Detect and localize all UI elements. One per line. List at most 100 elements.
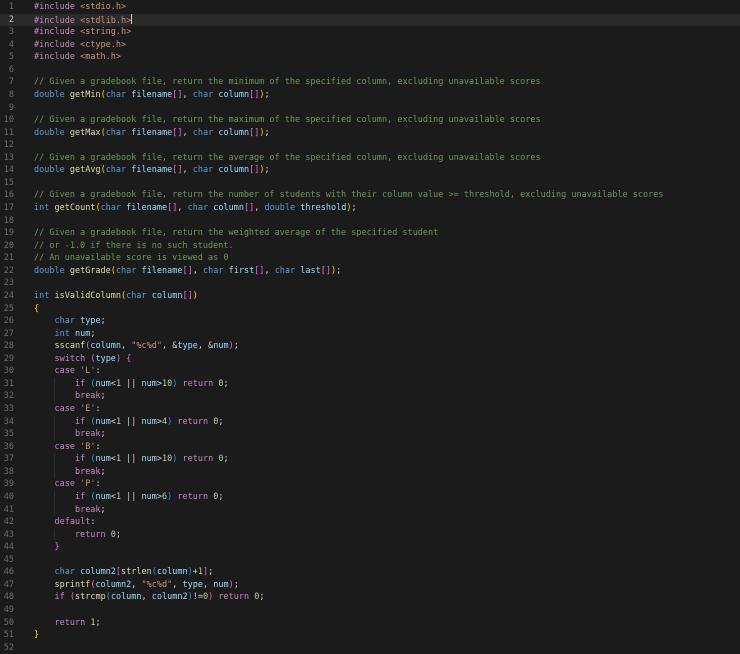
line-number[interactable]: 3 <box>0 26 14 39</box>
line-number[interactable]: 2 <box>0 14 14 27</box>
line-number[interactable]: 13 <box>0 152 14 165</box>
line-number[interactable]: 14 <box>0 164 14 177</box>
code-line[interactable]: 11 double getMax(char filename[], char co… <box>0 127 740 140</box>
line-number[interactable]: 10 <box>0 114 14 127</box>
line-number[interactable]: 34 <box>0 416 14 429</box>
line-number[interactable]: 5 <box>0 51 14 64</box>
code-line[interactable]: 14 double getAvg(char filename[], char co… <box>0 164 740 177</box>
line-number[interactable]: 20 <box>0 240 14 253</box>
line-number[interactable]: 38 <box>0 466 14 479</box>
line-number[interactable]: 39 <box>0 478 14 491</box>
code-line[interactable]: 27 int num; <box>0 328 740 341</box>
code-line[interactable]: 40 if (num<1 || num>6) return 0; <box>0 490 740 504</box>
line-number[interactable]: 26 <box>0 315 14 328</box>
code-line[interactable]: 21 // An unavailable score is viewed as 0 <box>0 252 740 265</box>
line-number[interactable]: 24 <box>0 290 14 303</box>
line-number[interactable]: 25 <box>0 303 14 316</box>
line-number[interactable]: 7 <box>0 76 14 89</box>
code-line[interactable]: 39 case 'P': <box>0 478 740 491</box>
code-line[interactable]: 49 <box>0 604 740 617</box>
line-number[interactable]: 21 <box>0 252 14 265</box>
code-line[interactable]: 7 // Given a gradebook file, return the m… <box>0 76 740 89</box>
code-line[interactable]: 48 if (strcmp(column, column2)!=0) retur… <box>0 591 740 604</box>
line-number[interactable]: 8 <box>0 89 14 102</box>
code-line[interactable]: 52 <box>0 642 740 654</box>
line-number[interactable]: 52 <box>0 642 14 654</box>
line-number[interactable]: 43 <box>0 529 14 542</box>
code-line[interactable]: 16 // Given a gradebook file, return the … <box>0 189 740 202</box>
line-number[interactable]: 28 <box>0 340 14 353</box>
line-number[interactable]: 42 <box>0 516 14 529</box>
line-number[interactable]: 40 <box>0 491 14 504</box>
code-line[interactable]: 23 <box>0 277 740 290</box>
code-line[interactable]: 8 double getMin(char filename[], char col… <box>0 89 740 102</box>
code-line[interactable]: 24 int isValidColumn(char column[]) <box>0 290 740 303</box>
code-line[interactable]: 3 #include <string.h> <box>0 26 740 39</box>
line-number[interactable]: 11 <box>0 127 14 140</box>
code-line[interactable]: 32 break; <box>0 390 740 403</box>
code-line[interactable]: 36 case 'B': <box>0 441 740 454</box>
line-number[interactable]: 44 <box>0 541 14 554</box>
code-line[interactable]: 41 break; <box>0 503 740 517</box>
code-line[interactable]: 25 { <box>0 303 740 316</box>
code-line[interactable]: 10 // Given a gradebook file, return the … <box>0 114 740 127</box>
line-number[interactable]: 23 <box>0 277 14 290</box>
line-number[interactable]: 15 <box>0 177 14 190</box>
code-editor[interactable]: 1 #include <stdio.h> 2 #include <stdlib.h> 3… <box>0 0 740 654</box>
line-number[interactable]: 51 <box>0 629 14 642</box>
line-number[interactable]: 47 <box>0 579 14 592</box>
code-line[interactable]: 44 } <box>0 541 740 554</box>
code-line[interactable]: 1 #include <stdio.h> <box>0 1 740 14</box>
line-number[interactable]: 16 <box>0 189 14 202</box>
line-number[interactable]: 37 <box>0 453 14 466</box>
code-line[interactable]: 12 <box>0 139 740 152</box>
code-line[interactable]: 51} <box>0 629 740 642</box>
line-number[interactable]: 4 <box>0 39 14 52</box>
line-number[interactable]: 49 <box>0 604 14 617</box>
code-line[interactable]: 20 // or -1.0 if there is no such student… <box>0 240 740 253</box>
code-line[interactable]: 31 if (num<1 || num>10) return 0; <box>0 377 740 391</box>
code-line[interactable]: 43 return 0; <box>0 528 740 542</box>
code-line[interactable]: 47 sprintf(column2, "%c%d", type, num); <box>0 579 740 592</box>
line-number[interactable]: 27 <box>0 328 14 341</box>
line-number[interactable]: 29 <box>0 353 14 366</box>
code-line[interactable]: 4 #include <ctype.h> <box>0 39 740 52</box>
line-number[interactable]: 48 <box>0 591 14 604</box>
code-line[interactable]: 17 int getCount(char filename[], char col… <box>0 202 740 215</box>
code-line[interactable]: 28 sscanf(column, "%c%d", &type, &num); <box>0 340 740 353</box>
line-number[interactable]: 45 <box>0 554 14 567</box>
line-number[interactable]: 50 <box>0 617 14 630</box>
line-number[interactable]: 9 <box>0 102 14 115</box>
code-line[interactable]: 22 double getGrade(char filename[], char … <box>0 265 740 278</box>
line-number[interactable]: 18 <box>0 215 14 228</box>
code-line[interactable]: 18 <box>0 215 740 228</box>
code-line[interactable]: 5 #include <math.h> <box>0 51 740 64</box>
code-line[interactable]: 50 return 1; <box>0 617 740 630</box>
line-number[interactable]: 30 <box>0 365 14 378</box>
code-line[interactable]: 37 if (num<1 || num>10) return 0; <box>0 453 740 466</box>
code-line[interactable]: 46 char column2[strlen(column)+1]; <box>0 566 740 579</box>
line-number[interactable]: 32 <box>0 390 14 403</box>
line-number[interactable]: 22 <box>0 265 14 278</box>
code-line[interactable]: 26 char type; <box>0 315 740 328</box>
code-line[interactable]: 35 break; <box>0 428 740 441</box>
code-line[interactable]: 33 case 'E': <box>0 403 740 416</box>
line-number[interactable]: 6 <box>0 64 14 77</box>
code-line[interactable]: 34 if (num<1 || num>4) return 0; <box>0 415 740 429</box>
code-line[interactable]: 2 #include <stdlib.h> <box>0 13 740 27</box>
code-line[interactable]: 9 <box>0 102 740 115</box>
line-number[interactable]: 33 <box>0 403 14 416</box>
code-line[interactable]: 13 // Given a gradebook file, return the … <box>0 152 740 165</box>
code-line[interactable]: 30 case 'L': <box>0 365 740 378</box>
line-number[interactable]: 12 <box>0 139 14 152</box>
line-number[interactable]: 36 <box>0 441 14 454</box>
code-line[interactable]: 19 // Given a gradebook file, return the … <box>0 227 740 240</box>
line-number[interactable]: 46 <box>0 566 14 579</box>
code-line[interactable]: 15 <box>0 177 740 190</box>
line-number[interactable]: 35 <box>0 428 14 441</box>
line-number[interactable]: 17 <box>0 202 14 215</box>
code-line[interactable]: 38 break; <box>0 465 740 479</box>
code-line[interactable]: 45 <box>0 554 740 567</box>
line-number[interactable]: 1 <box>0 1 14 14</box>
code-line[interactable]: 42 default: <box>0 516 740 529</box>
